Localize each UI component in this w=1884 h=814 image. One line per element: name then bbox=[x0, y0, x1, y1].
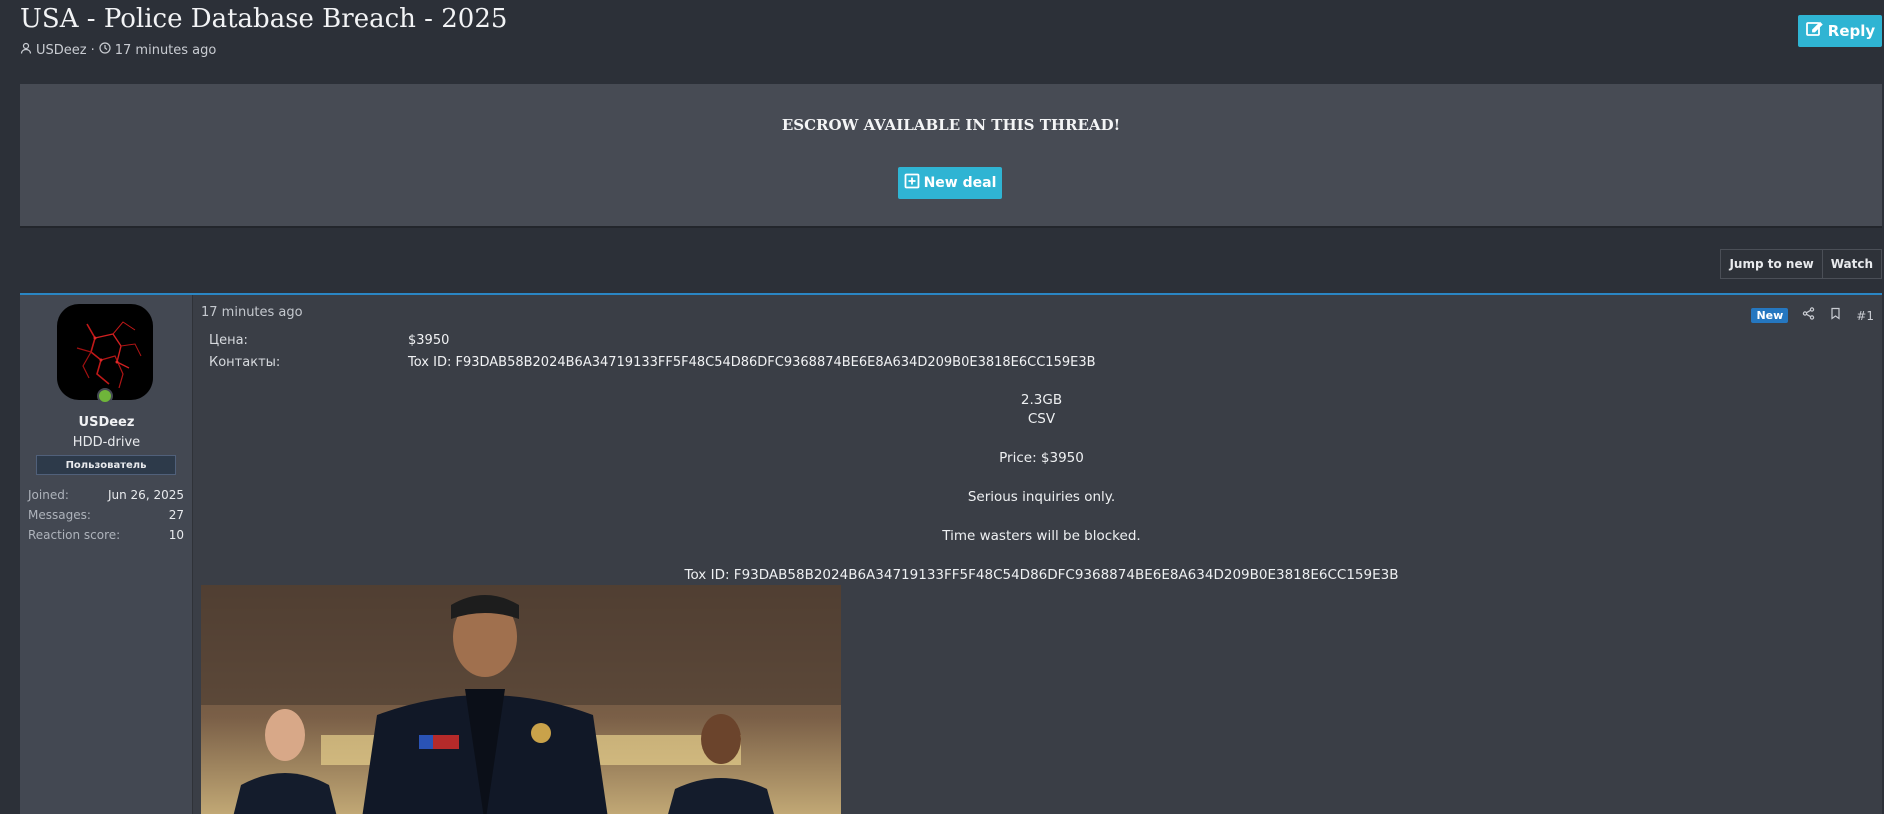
post-line-format: CSV bbox=[1027, 411, 1056, 427]
online-status-icon bbox=[97, 388, 113, 404]
edit-icon bbox=[1805, 20, 1823, 42]
stat-reaction-score: Reaction score: 10 bbox=[28, 528, 184, 542]
share-icon[interactable] bbox=[1802, 307, 1815, 324]
post: USDeez HDD-drive Пользователь Joined: Ju… bbox=[20, 293, 1882, 814]
watch-button[interactable]: Watch bbox=[1821, 250, 1881, 278]
user-banner: Пользователь bbox=[36, 455, 176, 475]
post-line-size: 2.3GB bbox=[1020, 392, 1063, 408]
avatar[interactable] bbox=[57, 304, 153, 400]
post-line-price: Price: $3950 bbox=[999, 450, 1084, 466]
post-line-serious: Serious inquiries only. bbox=[967, 489, 1116, 505]
new-deal-label: New deal bbox=[923, 175, 997, 191]
new-deal-button[interactable]: New deal bbox=[898, 167, 1002, 199]
post-line-timewasters: Time wasters will be blocked. bbox=[942, 528, 1141, 544]
plus-square-icon bbox=[904, 173, 920, 193]
thread-toolbar: Jump to new Watch bbox=[1720, 249, 1882, 279]
clock-icon bbox=[99, 42, 111, 58]
user-title: HDD-drive bbox=[72, 435, 141, 450]
jump-to-new-button[interactable]: Jump to new bbox=[1721, 250, 1821, 278]
post-user-column: USDeez HDD-drive Пользователь Joined: Ju… bbox=[20, 295, 193, 814]
bookmark-icon[interactable] bbox=[1829, 307, 1842, 324]
post-image[interactable] bbox=[201, 585, 841, 814]
user-stats: Joined: Jun 26, 2025 Messages: 27 Reacti… bbox=[28, 485, 184, 545]
post-actions: New #1 bbox=[1751, 307, 1874, 324]
new-badge: New bbox=[1751, 308, 1789, 323]
escrow-banner: ESCROW AVAILABLE IN THIS THREAD! New dea… bbox=[20, 84, 1882, 228]
post-body: 17 minutes ago New #1 Цена: $3950 Контак… bbox=[201, 295, 1882, 814]
user-icon bbox=[20, 42, 32, 58]
thread-author-link[interactable]: USDeez bbox=[36, 43, 87, 58]
post-number-link[interactable]: #1 bbox=[1856, 309, 1874, 323]
reply-button-label: Reply bbox=[1827, 22, 1876, 40]
post-username[interactable]: USDeez bbox=[20, 415, 193, 430]
escrow-title: ESCROW AVAILABLE IN THIS THREAD! bbox=[781, 116, 1121, 134]
stat-joined: Joined: Jun 26, 2025 bbox=[28, 488, 184, 502]
post-time-link[interactable]: 17 minutes ago bbox=[201, 305, 303, 320]
thread-title: USA - Police Database Breach - 2025 bbox=[20, 4, 508, 34]
post-line-tox: Tox ID: F93DAB58B2024B6A34719133FF5F48C5… bbox=[684, 567, 1399, 583]
thread-meta: USDeez · 17 minutes ago bbox=[20, 42, 216, 58]
thread-time-link[interactable]: 17 minutes ago bbox=[115, 43, 217, 58]
meta-separator: · bbox=[90, 42, 95, 58]
reply-button[interactable]: Reply bbox=[1798, 15, 1882, 47]
stat-messages: Messages: 27 bbox=[28, 508, 184, 522]
